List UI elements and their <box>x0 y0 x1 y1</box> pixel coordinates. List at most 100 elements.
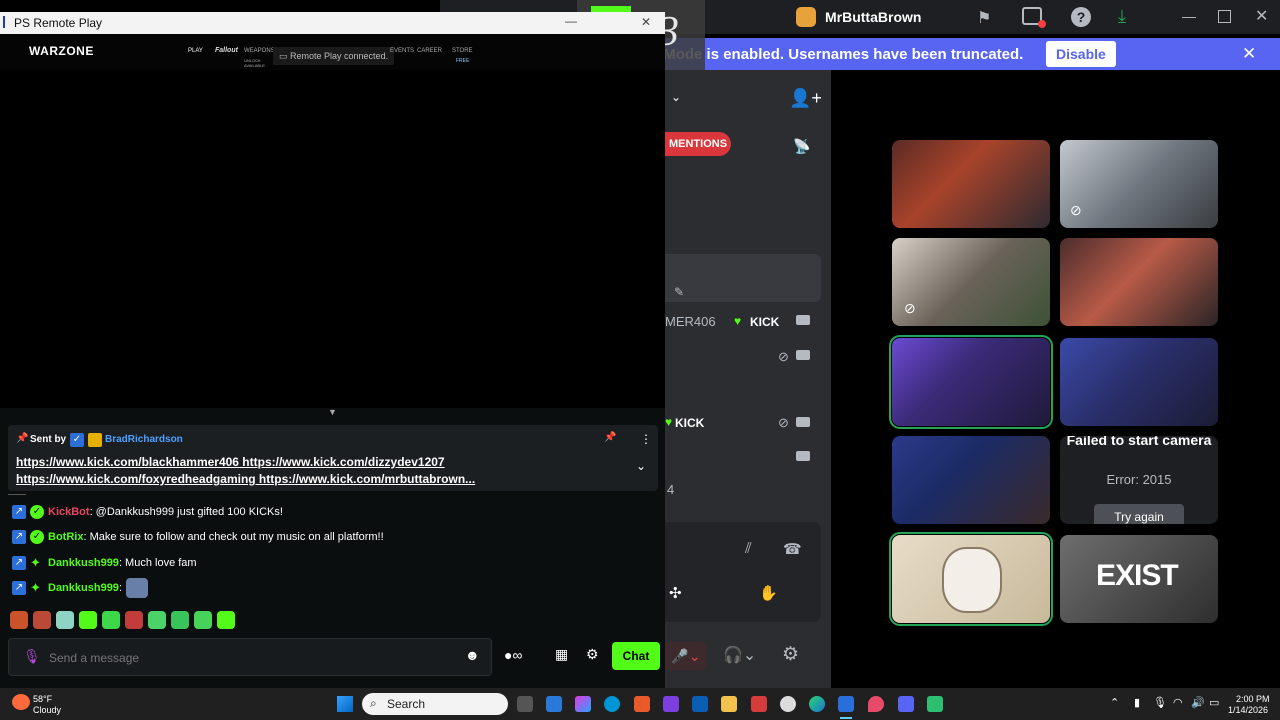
more-options-icon[interactable]: ⋮ <box>640 432 652 446</box>
broadcast-icon[interactable]: 📡 <box>793 138 810 155</box>
ps-close-icon[interactable]: ✕ <box>641 15 651 29</box>
hp-icon[interactable] <box>604 696 620 712</box>
ps-minimize-icon[interactable]: — <box>565 14 577 28</box>
battery-icon[interactable]: ▭ <box>1209 696 1219 709</box>
camera-icon-2[interactable] <box>796 350 810 360</box>
unpin-icon[interactable]: 📌 <box>604 432 616 443</box>
emote[interactable] <box>79 611 97 629</box>
settings-icon[interactable]: ⚙ <box>782 643 799 666</box>
mic-icon[interactable]: 🎙 <box>23 648 41 665</box>
clock-time[interactable]: 2:00 PM <box>1236 694 1270 704</box>
app-icon-4[interactable] <box>692 696 708 712</box>
volume-icon[interactable]: 🔊 <box>1191 696 1205 709</box>
emote[interactable] <box>10 611 28 629</box>
emote[interactable] <box>56 611 74 629</box>
help-icon[interactable]: ? <box>1071 7 1091 27</box>
chat-username[interactable]: KickBot <box>48 506 90 518</box>
emote[interactable] <box>148 611 166 629</box>
app-icon-2[interactable] <box>634 696 650 712</box>
mic-tray-icon-2[interactable]: 🎙 <box>1153 696 1167 709</box>
mic-muted-icon-2[interactable]: ⊘ <box>778 415 789 431</box>
app-icon-3[interactable] <box>663 696 679 712</box>
task-view-icon[interactable] <box>517 696 533 712</box>
warzone-tab-career[interactable]: CAREER <box>417 48 442 54</box>
tray-chevron-icon[interactable]: ⌃ <box>1110 696 1119 709</box>
close-icon[interactable]: ✕ <box>1255 6 1268 26</box>
discord-server-icon[interactable] <box>796 7 816 27</box>
start-button[interactable] <box>337 696 353 712</box>
copilot-icon[interactable] <box>575 696 591 712</box>
video-tile-1[interactable] <box>892 140 1050 228</box>
app-icon-5[interactable] <box>751 696 767 712</box>
maximize-icon[interactable] <box>1218 10 1231 23</box>
noise-suppression-icon[interactable]: ⫽ <box>745 540 752 557</box>
video-tile-2[interactable]: ⊘ <box>1060 140 1218 228</box>
video-tile-10[interactable]: EXIST <box>1060 535 1218 623</box>
warzone-tab-store[interactable]: STORE <box>452 48 473 54</box>
chevron-down-icon[interactable]: ⌄ <box>671 90 681 104</box>
mic-muted-button[interactable]: 🎤⌄ <box>665 642 707 670</box>
chat-username[interactable]: BotRix <box>48 531 83 543</box>
emote[interactable] <box>194 611 212 629</box>
emote[interactable] <box>102 611 120 629</box>
camera-icon-3[interactable] <box>796 417 810 427</box>
chat-username[interactable]: Dankkush999 <box>48 582 119 594</box>
emoji-icon[interactable]: ☻ <box>465 647 480 663</box>
activities-icon[interactable]: ✣ <box>669 584 682 602</box>
ps-remote-icon[interactable] <box>838 696 854 712</box>
discord-icon[interactable] <box>898 696 914 712</box>
emote[interactable] <box>125 611 143 629</box>
emote[interactable] <box>33 611 51 629</box>
pinned-line-1[interactable]: https://www.kick.com/blackhammer406 http… <box>16 455 445 469</box>
clock-date[interactable]: 1/14/2026 <box>1228 705 1268 715</box>
camera-icon[interactable] <box>796 315 810 325</box>
steam-icon[interactable] <box>780 696 796 712</box>
try-again-button[interactable]: Try again <box>1094 504 1184 524</box>
mic-tray-icon[interactable]: ▮ <box>1134 696 1140 709</box>
flag-icon[interactable]: ⚑ <box>977 8 995 27</box>
app-icon-6[interactable] <box>927 696 943 712</box>
video-tile-5[interactable] <box>889 335 1053 429</box>
chat-collapse-arrow[interactable]: ▼ <box>328 407 337 417</box>
close-banner-icon[interactable]: ✕ <box>1242 44 1256 64</box>
video-tile-4[interactable] <box>1060 238 1218 326</box>
add-friend-icon[interactable]: 👤+ <box>789 88 822 109</box>
warzone-tab-events[interactable]: EVENTS <box>390 48 414 54</box>
pinned-line-2[interactable]: https://www.kick.com/foxyredheadgaming h… <box>16 472 475 486</box>
store-icon[interactable]: ▦ <box>555 646 568 663</box>
mentions-badge[interactable]: MENTIONS <box>665 132 731 156</box>
chat-settings-icon[interactable]: ⚙ <box>586 646 599 663</box>
mic-muted-icon[interactable]: ⊘ <box>778 349 789 365</box>
send-message-input[interactable] <box>47 647 451 669</box>
emote[interactable] <box>171 611 189 629</box>
camera-icon-4[interactable] <box>796 451 810 461</box>
app-icon-1[interactable] <box>546 696 562 712</box>
send-message-box[interactable]: 🎙 ☻ <box>8 638 492 676</box>
file-explorer-icon[interactable] <box>721 696 737 712</box>
disable-button[interactable]: Disable <box>1046 41 1116 67</box>
warzone-tab-fallout[interactable]: Fallout <box>215 47 238 54</box>
kick-points-icon[interactable]: ●∞ <box>504 647 522 663</box>
expand-chevron-icon[interactable]: ⌄ <box>636 459 646 473</box>
maps-icon[interactable] <box>868 696 884 712</box>
weather-icon[interactable] <box>12 694 30 710</box>
minimize-icon[interactable]: — <box>1182 8 1196 24</box>
headset-icon[interactable]: 🎧⌄ <box>723 645 756 665</box>
taskbar-search[interactable]: ⌕ Search <box>362 693 508 715</box>
video-tile-7[interactable] <box>892 436 1050 524</box>
chat-username[interactable]: Dankkush999 <box>48 557 119 569</box>
video-tile-9[interactable] <box>889 532 1053 626</box>
warzone-tab-weapons[interactable]: WEAPONS <box>244 48 275 54</box>
download-icon[interactable]: ⤓ <box>1118 6 1126 27</box>
video-tile-6[interactable] <box>1060 338 1218 426</box>
pinned-user[interactable]: BradRichardson <box>105 434 183 445</box>
edit-icon[interactable]: ✎ <box>674 285 684 299</box>
chat-send-button[interactable]: Chat <box>612 642 660 670</box>
emote[interactable] <box>217 611 235 629</box>
edge-icon[interactable] <box>809 696 825 712</box>
video-tile-3[interactable]: ⊘ <box>892 238 1050 326</box>
disconnect-icon[interactable]: ☎ <box>783 540 802 558</box>
warzone-tab-play[interactable]: PLAY <box>188 48 203 54</box>
soundboard-icon[interactable]: ✋ <box>759 584 778 602</box>
wifi-icon[interactable]: ◠ <box>1173 696 1183 709</box>
